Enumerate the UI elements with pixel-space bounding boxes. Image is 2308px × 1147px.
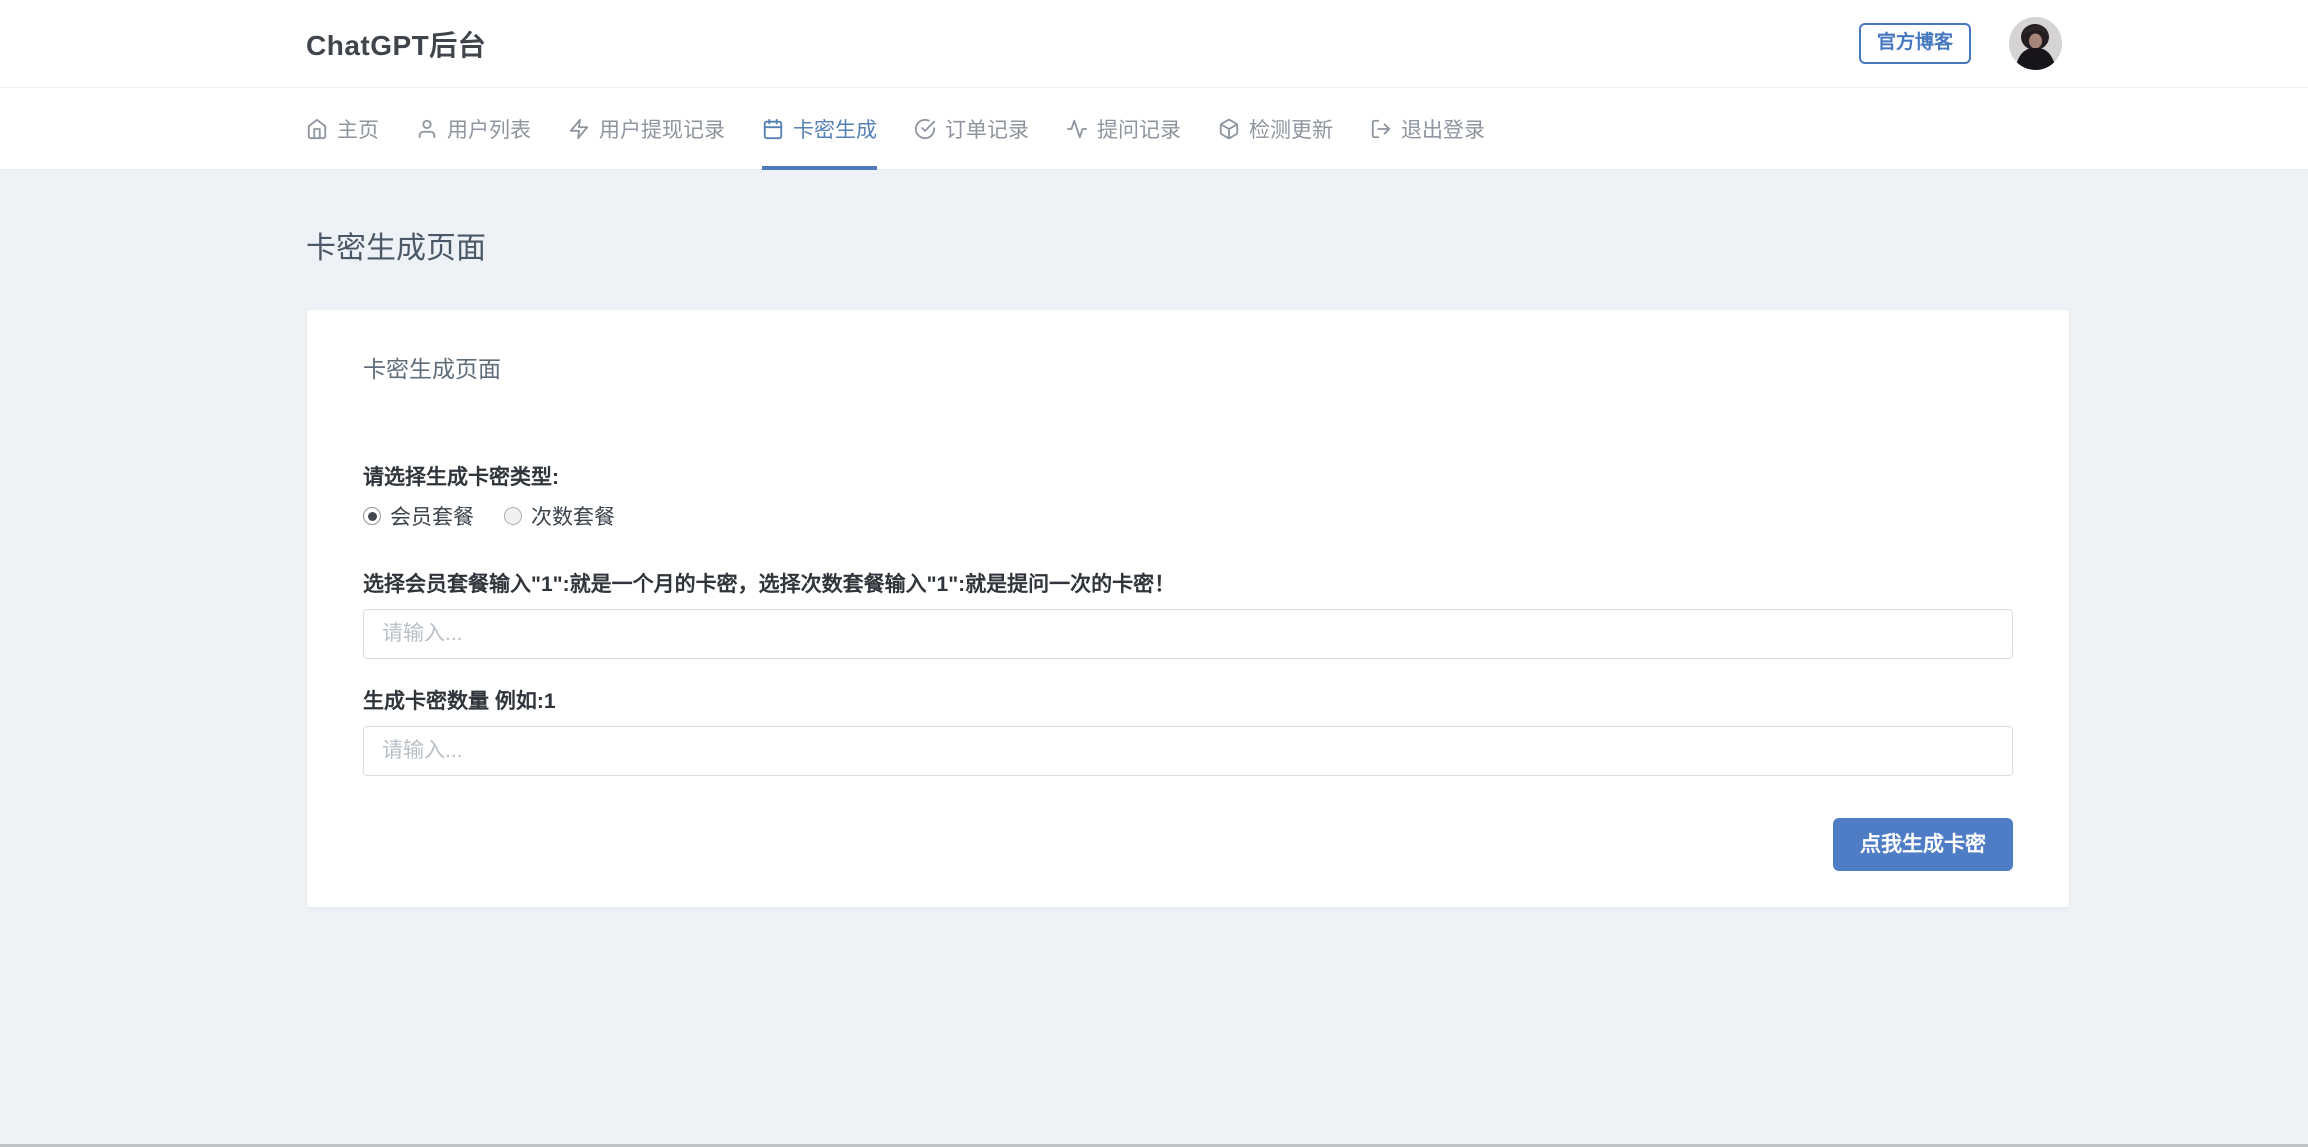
activity-icon [1066,118,1088,140]
quantity-label: 生成卡密数量 例如:1 [363,690,556,713]
nav-item-label: 卡密生成 [793,118,877,142]
page-title: 卡密生成页面 [306,232,486,265]
user-avatar[interactable] [2009,17,2062,70]
package-icon [1218,118,1240,140]
nav-item-label: 提问记录 [1097,118,1181,142]
card-quantity-input[interactable] [363,726,2013,776]
nav-item-user-list[interactable]: 用户列表 [416,88,531,169]
calendar-icon [763,118,783,139]
main-nav: 主页 用户列表 用户提现记录 卡密生成 订单记录 提问记录 检测更新 退出登录 [0,88,2308,170]
radio-option-count-package[interactable]: 次数套餐 [504,501,615,531]
calendar-icon [762,118,784,140]
nav-items: 主页 用户列表 用户提现记录 卡密生成 订单记录 提问记录 检测更新 退出登录 [306,88,2062,170]
zap-icon [568,118,590,140]
home-icon [307,118,327,139]
user-icon [416,118,438,140]
nav-item-label: 用户提现记录 [599,118,725,142]
header-right: 官方博客 [1858,17,2062,70]
package-icon [1219,118,1239,139]
nav-item-label: 用户列表 [447,118,531,142]
nav-item-withdraw-records[interactable]: 用户提现记录 [568,88,725,169]
nav-item-order-records[interactable]: 订单记录 [914,88,1029,169]
nav-item-label: 主页 [337,118,379,142]
check-circle-icon [914,118,936,140]
value-hint-label: 选择会员套餐输入"1":就是一个月的卡密，选择次数套餐输入"1":就是提问一次的… [363,573,1176,596]
zap-icon [569,118,589,139]
main-content: 卡密生成页面 卡密生成页面 请选择生成卡密类型: 会员套餐 次数套餐 选择会员套餐… [0,223,2308,909]
avatar-photo-icon [2009,17,2062,70]
radio-option-label: 次数套餐 [531,506,615,529]
user-icon [418,119,436,138]
nav-item-check-update[interactable]: 检测更新 [1218,88,1333,169]
nav-item-card-key-generate[interactable]: 卡密生成 [762,88,877,170]
top-header: ChatGPT后台 官方博客 [0,0,2308,88]
home-icon [306,118,328,140]
radio-option-member-package[interactable]: 会员套餐 [363,501,474,531]
type-select-label: 请选择生成卡密类型: [363,466,559,489]
card-key-generator-card: 卡密生成页面 请选择生成卡密类型: 会员套餐 次数套餐 选择会员套餐输入"1":就… [306,309,2070,909]
check-circle-icon [914,118,936,139]
nav-item-logout[interactable]: 退出登录 [1370,88,1485,169]
button-row: 点我生成卡密 [363,818,2013,872]
logout-icon [1371,119,1391,138]
nav-item-label: 订单记录 [945,118,1029,142]
nav-item-home[interactable]: 主页 [306,88,379,169]
radio-button-icon[interactable] [363,507,381,525]
nav-item-label: 检测更新 [1249,118,1333,142]
official-blog-button[interactable]: 官方博客 [1858,23,1971,64]
nav-item-question-records[interactable]: 提问记录 [1066,88,1181,169]
radio-button-icon[interactable] [504,507,522,525]
card-title: 卡密生成页面 [363,356,501,382]
logout-icon [1370,118,1392,140]
app-title: ChatGPT后台 [306,29,487,61]
radio-option-label: 会员套餐 [390,506,474,529]
card-value-input[interactable] [363,609,2013,659]
activity-icon [1066,119,1088,138]
generate-card-key-button[interactable]: 点我生成卡密 [1833,818,2013,872]
card-key-form: 请选择生成卡密类型: 会员套餐 次数套餐 选择会员套餐输入"1":就是一个月的卡密… [363,464,2013,872]
card-type-radio-group: 会员套餐 次数套餐 [363,501,2013,531]
nav-item-label: 退出登录 [1401,118,1485,142]
